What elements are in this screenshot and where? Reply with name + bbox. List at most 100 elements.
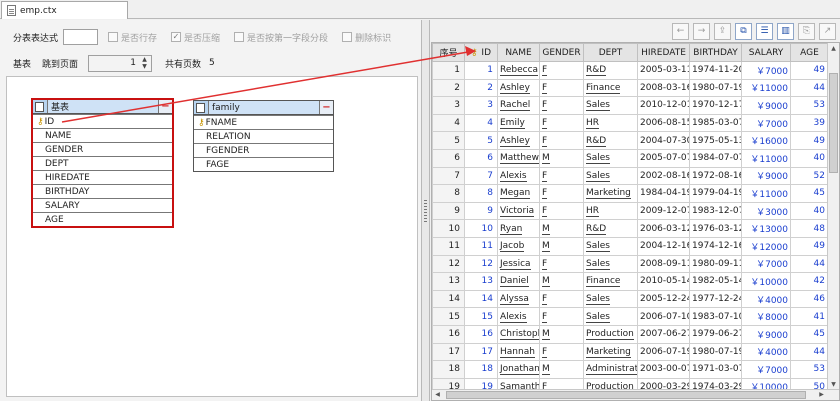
scroll-left-icon[interactable]: ◀ [432, 390, 443, 400]
table-row[interactable]: 5 5 Ashley F R&D 2004-07-30 1975-05-13 ￥16000 49 [432, 131, 829, 150]
scroll-right-icon[interactable]: ▶ [816, 390, 827, 400]
chevron-down-icon[interactable]: ▼ [140, 63, 149, 70]
table-cell[interactable]: Sales [583, 307, 638, 326]
table-cell[interactable]: Sales [583, 254, 638, 274]
table-cell[interactable]: 1977-12-24 [689, 289, 742, 309]
horizontal-scrollbar[interactable]: ◀ ▶ [432, 389, 839, 400]
table-cell[interactable]: 2 [464, 78, 498, 98]
table-cell[interactable]: F [539, 166, 584, 186]
table-cell[interactable]: 2006-03-12 [637, 219, 690, 238]
table-row[interactable]: 7 7 Alexis F Sales 2002-08-16 1972-08-16 ￥9000 5… [432, 166, 829, 186]
table-cell[interactable]: 49 [790, 131, 829, 150]
table-cell[interactable]: Christoph [497, 324, 540, 344]
table-cell[interactable]: 2008-09-11 [637, 254, 690, 274]
table-cell[interactable]: 2006-08-15 [637, 113, 690, 133]
table-cell[interactable]: 1972-08-16 [689, 166, 742, 186]
table-cell[interactable]: ￥3000 [741, 201, 791, 221]
table-cell[interactable]: Ashley [497, 78, 540, 98]
table-cell[interactable]: 1980-07-19 [689, 78, 742, 98]
table-cell[interactable]: F [539, 307, 584, 326]
table-row[interactable]: 4 4 Emily F HR 2006-08-15 1985-03-07 ￥7000 39 [432, 113, 829, 133]
table-cell[interactable]: Jacob [497, 236, 540, 256]
field-item[interactable]: GENDER [33, 142, 172, 156]
table-cell[interactable]: 44 [790, 342, 829, 362]
table-cell[interactable]: 1982-05-14 [689, 272, 742, 291]
chk-compress[interactable]: ✓ 是否压缩 [171, 31, 220, 44]
table-cell[interactable]: 1980-07-19 [689, 342, 742, 362]
table-row[interactable]: 1 1 Rebecca F R&D 2005-03-11 1974-11-20 ￥7000 49 [432, 61, 829, 80]
table-cell[interactable]: 8 [464, 184, 498, 203]
table-cell[interactable]: ￥8000 [741, 307, 791, 326]
table-cell[interactable]: Matthew [497, 148, 540, 168]
list-icon[interactable]: ☰ [756, 22, 773, 40]
table-cell[interactable]: 12 [464, 254, 498, 274]
table-cell[interactable]: 3 [432, 96, 465, 115]
table-cell[interactable]: 2005-03-11 [637, 61, 690, 80]
table-row[interactable]: 13 13 Daniel M Finance 2010-05-14 1982-05-14 ￥1… [432, 272, 829, 291]
table-row[interactable]: 6 6 Matthew M Sales 2005-07-07 1984-07-07 ￥1100… [432, 148, 829, 168]
table-cell[interactable]: Marketing [583, 184, 638, 203]
table-cell[interactable]: 45 [790, 184, 829, 203]
table-cell[interactable]: 2004-07-30 [637, 131, 690, 150]
table-row[interactable]: 17 17 Hannah F Marketing 2006-07-19 1980-07-19… [432, 342, 829, 362]
table-cell[interactable]: 17 [464, 342, 498, 362]
table-cell[interactable]: ￥4000 [741, 342, 791, 362]
table-cell[interactable]: M [539, 219, 584, 238]
table-cell[interactable]: F [539, 184, 584, 203]
table-cell[interactable]: Alyssa [497, 289, 540, 309]
table-cell[interactable]: Sales [583, 236, 638, 256]
chk-rowstore[interactable]: 是否行存 [108, 31, 157, 44]
table-cell[interactable]: 1985-03-07 [689, 113, 742, 133]
table-cell[interactable]: 4 [432, 113, 465, 133]
table-base-header[interactable]: 基表 − [33, 100, 172, 114]
table-cell[interactable]: ￥11000 [741, 148, 791, 168]
field-item[interactable]: AGE [33, 212, 172, 226]
table-cell[interactable]: F [539, 113, 584, 133]
table-cell[interactable]: 9 [432, 201, 465, 221]
table-cell[interactable]: ￥11000 [741, 78, 791, 98]
collapse-icon[interactable]: − [158, 100, 172, 113]
export-icon[interactable]: ⇪ [714, 22, 731, 40]
chk-delete[interactable]: 删除标识 [342, 31, 391, 44]
table-cell[interactable]: 1979-04-19 [689, 184, 742, 203]
table-cell[interactable]: ￥7000 [741, 113, 791, 133]
table-cell[interactable]: Marketing [583, 342, 638, 362]
table-cell[interactable]: F [539, 254, 584, 274]
table-cell[interactable]: 45 [790, 324, 829, 344]
table-cell[interactable]: 2009-12-07 [637, 201, 690, 221]
paste-icon[interactable]: ⎘ [798, 22, 815, 40]
table-cell[interactable]: Victoria [497, 201, 540, 221]
table-cell[interactable]: ￥12000 [741, 236, 791, 256]
pin-icon[interactable]: ↗ [819, 22, 836, 40]
table-cell[interactable]: F [539, 61, 584, 80]
table-cell[interactable]: 46 [790, 289, 829, 309]
field-item[interactable]: BIRTHDAY [33, 184, 172, 198]
field-item[interactable]: SALARY [33, 198, 172, 212]
column-header[interactable]: ⚷ ID [464, 43, 498, 62]
table-cell[interactable]: 49 [790, 236, 829, 256]
collapse-icon[interactable]: − [319, 101, 333, 114]
table-cell[interactable]: ￥9000 [741, 166, 791, 186]
table-cell[interactable]: Ryan [497, 219, 540, 238]
table-cell[interactable]: M [539, 148, 584, 168]
checkbox-segment[interactable] [234, 32, 245, 42]
column-header[interactable]: BIRTHDAY [689, 43, 742, 62]
table-cell[interactable]: 13 [464, 272, 498, 291]
table-cell[interactable]: ￥11000 [741, 184, 791, 203]
table-cell[interactable]: 2010-12-01 [637, 96, 690, 115]
scroll-thumb-h[interactable] [446, 391, 806, 399]
table-cell[interactable]: 2002-08-16 [637, 166, 690, 186]
table-cell[interactable]: M [539, 272, 584, 291]
table-cell[interactable]: 49 [790, 61, 829, 80]
table-cell[interactable]: 1976-03-12 [689, 219, 742, 238]
table-cell[interactable]: 14 [432, 289, 465, 309]
table-cell[interactable]: 41 [790, 307, 829, 326]
chk-segment[interactable]: 是否按第一字段分段 [234, 31, 328, 44]
table-family-header[interactable]: family − [194, 101, 333, 115]
table-cell[interactable]: HR [583, 113, 638, 133]
table-cell[interactable]: F [539, 342, 584, 362]
table-cell[interactable]: Sales [583, 148, 638, 168]
table-cell[interactable]: 2004-12-16 [637, 236, 690, 256]
expr-input[interactable] [63, 29, 99, 45]
table-cell[interactable]: 8 [432, 184, 465, 203]
